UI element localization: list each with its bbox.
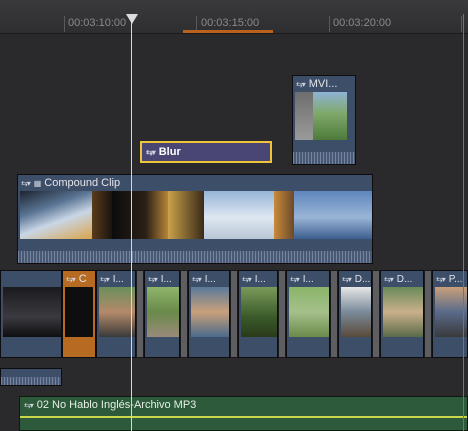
- transition[interactable]: [424, 270, 432, 358]
- clip-thumbnail: [295, 92, 313, 140]
- clip-menu-icon[interactable]: ⇆▾: [296, 80, 306, 89]
- clip-label: Compound Clip: [44, 177, 121, 189]
- ruler-timecode: 00:03:10:00: [68, 17, 127, 29]
- ruler-tick: [329, 16, 330, 32]
- clip-menu-icon[interactable]: ⇆▾: [146, 148, 156, 157]
- clip-menu-icon[interactable]: ⇆▾: [342, 275, 352, 284]
- clip-thumbnail: [294, 191, 372, 239]
- clip-menu-icon[interactable]: ⇆▾: [436, 275, 446, 284]
- clip-thumbnail: [191, 287, 229, 337]
- clip-thumbnail: [204, 191, 274, 239]
- audio-clip-segment[interactable]: [0, 368, 62, 386]
- clip-menu-icon[interactable]: ⇆▾: [66, 275, 76, 284]
- clip-thumbnail: [274, 191, 294, 239]
- audio-clip[interactable]: ⇆▾ 02 No Hablo Inglés-Archivo MP3: [19, 396, 468, 431]
- range-selection-bar[interactable]: [183, 30, 273, 33]
- ruler-tick: [64, 16, 65, 32]
- clip-label: D...: [396, 273, 413, 285]
- clip-menu-icon[interactable]: ⇆▾: [21, 179, 31, 188]
- clip-thumbnail: [341, 287, 371, 337]
- clip-menu-icon[interactable]: ⇆▾: [100, 275, 110, 284]
- primary-clip[interactable]: ⇆▾ D...: [380, 270, 424, 358]
- audio-waveform: [293, 152, 355, 164]
- ruler-timecode: 00:03:15:00: [201, 17, 260, 29]
- transition[interactable]: [372, 270, 380, 358]
- clip-thumbnail: [289, 287, 329, 337]
- compound-clip[interactable]: ⇆▾ ▦ Compound Clip: [17, 174, 373, 264]
- title-clip-blur[interactable]: ⇆▾ Blur: [140, 141, 272, 163]
- primary-clip[interactable]: ⇆▾ C: [62, 270, 96, 358]
- clip-thumbnail: [313, 92, 347, 140]
- clip-menu-icon[interactable]: ⇆▾: [192, 275, 202, 284]
- primary-clip[interactable]: ⇆▾ D...: [338, 270, 372, 358]
- clip-thumbnail: [147, 287, 179, 337]
- primary-clip[interactable]: ⇆▾ I...: [144, 270, 180, 358]
- clip-label: I...: [302, 273, 314, 285]
- ruler-tick: [461, 16, 462, 32]
- primary-clip[interactable]: [0, 270, 62, 358]
- transition[interactable]: [330, 270, 338, 358]
- transition[interactable]: [136, 270, 144, 358]
- clip-thumbnail: [92, 191, 112, 239]
- clip-thumbnail: [3, 287, 61, 337]
- clip-menu-icon[interactable]: ⇆▾: [24, 401, 34, 410]
- timeline-ruler[interactable]: 00:03:10:00 00:03:15:00 00:03:20:00: [0, 0, 468, 34]
- clip-label: C: [78, 273, 87, 285]
- clip-thumbnail: [20, 191, 92, 239]
- primary-clip[interactable]: ⇆▾ I...: [286, 270, 330, 358]
- clip-label: I...: [160, 273, 172, 285]
- clip-menu-icon[interactable]: ⇆▾: [384, 275, 394, 284]
- clip-label: D...: [354, 273, 371, 285]
- clip-thumbnail: [112, 191, 168, 239]
- connected-clip-mvi[interactable]: ⇆▾ MVI...: [292, 75, 356, 165]
- clip-thumbnail: [383, 287, 423, 337]
- primary-clip[interactable]: ⇆▾ I...: [96, 270, 136, 358]
- primary-clip[interactable]: ⇆▾ I...: [238, 270, 278, 358]
- clip-menu-icon[interactable]: ⇆▾: [290, 275, 300, 284]
- transition[interactable]: [278, 270, 286, 358]
- clip-menu-icon[interactable]: ⇆▾: [148, 275, 158, 284]
- clip-label: P...: [448, 273, 463, 285]
- primary-clip[interactable]: ⇆▾ I...: [188, 270, 230, 358]
- ruler-timecode: 00:03:20:00: [333, 17, 392, 29]
- skimmer: [463, 14, 464, 431]
- clip-label: I...: [112, 273, 124, 285]
- clip-thumbnail: [241, 287, 277, 337]
- volume-line[interactable]: [20, 416, 467, 418]
- clip-label: 02 No Hablo Inglés-Archivo MP3: [36, 399, 197, 411]
- clip-label: I...: [204, 273, 216, 285]
- playhead[interactable]: [131, 14, 132, 431]
- clip-menu-icon[interactable]: ⇆▾: [242, 275, 252, 284]
- transition[interactable]: [230, 270, 238, 358]
- compound-clip-icon: ▦: [33, 178, 42, 188]
- playhead-handle[interactable]: [126, 14, 138, 24]
- clip-thumbnail: [168, 191, 204, 239]
- clip-thumbnail: [99, 287, 135, 337]
- audio-waveform: [1, 377, 61, 385]
- transition[interactable]: [180, 270, 188, 358]
- clip-label: I...: [254, 273, 266, 285]
- audio-waveform: [18, 251, 372, 263]
- clip-thumbnail: [65, 287, 93, 337]
- clip-label: Blur: [158, 146, 181, 158]
- clip-label: MVI...: [308, 78, 338, 90]
